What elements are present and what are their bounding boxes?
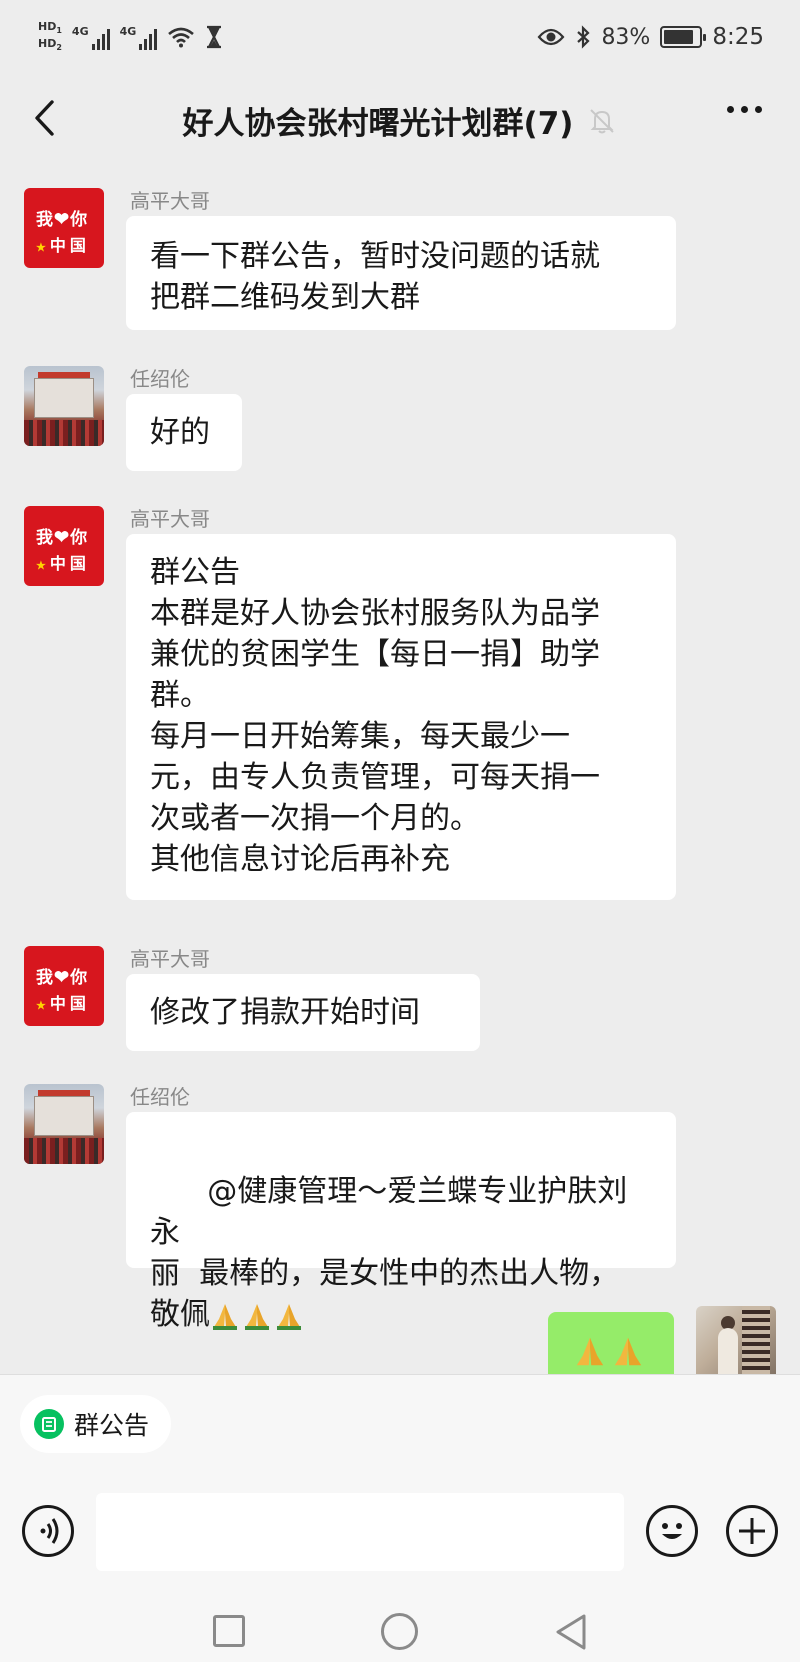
love-china-avatar[interactable]: 我❤你 ★中国	[24, 188, 104, 268]
folded-hands-emoji	[213, 1303, 237, 1330]
group-notice-label: 群公告	[74, 1411, 150, 1440]
hd2-sub: 2	[56, 43, 62, 53]
plus-icon[interactable]	[726, 1505, 778, 1557]
system-nav-bar	[0, 1599, 800, 1662]
message-input[interactable]	[96, 1493, 624, 1571]
signal-icon: 4G	[72, 25, 110, 50]
voice-icon[interactable]	[22, 1505, 74, 1557]
group-notice-button[interactable]: 群公告	[20, 1395, 172, 1453]
folded-hands-emoji	[277, 1303, 301, 1330]
hd1-sub: 1	[56, 26, 62, 35]
folded-hands-emoji	[576, 1337, 604, 1365]
notice-icon	[34, 1409, 64, 1439]
chevron-left-icon[interactable]	[24, 96, 68, 140]
emoji-group	[210, 1301, 304, 1331]
hd1-label: HD	[38, 19, 57, 33]
signal-icon: 4G	[120, 25, 158, 50]
sender-name: 高平大哥	[130, 507, 210, 531]
battery-percent: 83%	[601, 24, 651, 50]
folded-hands-emoji	[614, 1337, 642, 1365]
eye-icon	[537, 28, 565, 46]
status-bar: HD1 HD2 4G 4G 83% 8:25	[0, 0, 800, 74]
announcement-bubble[interactable]: 群公告 本群是好人协会张村服务队为品学 兼优的贫困学生【每日一捐】助学 群。 每…	[126, 534, 676, 900]
input-row	[0, 1487, 800, 1577]
composer-area: 群公告	[0, 1374, 800, 1662]
status-bar-left: HD1 HD2 4G 4G	[38, 20, 223, 54]
hd2-label: HD	[38, 37, 57, 50]
message-list[interactable]: 我❤你 ★中国 高平大哥 看一下群公告，暂时没问题的话就 把群二维码发到大群 任…	[0, 164, 800, 1374]
battery-fill	[664, 30, 693, 44]
self-message-bubble[interactable]	[548, 1312, 674, 1374]
clock-time: 8:25	[712, 24, 764, 50]
message-bubble[interactable]: 看一下群公告，暂时没问题的话就 把群二维码发到大群	[126, 216, 676, 330]
home-button[interactable]	[381, 1613, 418, 1650]
message-bubble[interactable]: 好的	[126, 394, 242, 471]
sender-name: 高平大哥	[130, 189, 210, 213]
smiley-icon[interactable]	[646, 1505, 698, 1557]
group-photo-avatar[interactable]	[24, 366, 104, 446]
emoji-group	[572, 1334, 646, 1370]
sender-name: 任绍伦	[130, 1085, 190, 1109]
hd-indicator: HD1 HD2	[38, 20, 62, 54]
wifi-icon	[168, 27, 195, 48]
recent-apps-button[interactable]	[213, 1615, 245, 1647]
network-type-1: 4G	[71, 24, 89, 38]
self-photo-avatar[interactable]	[696, 1306, 776, 1374]
sender-name: 任绍伦	[130, 367, 190, 391]
battery-icon	[660, 26, 707, 48]
back-nav-button[interactable]	[553, 1613, 589, 1651]
message-bubble[interactable]: @健康管理～爱兰蝶专业护肤刘永 丽 最棒的，是女性中的杰出人物， 敬佩	[126, 1112, 676, 1332]
bell-muted-icon	[590, 108, 615, 133]
bluetooth-icon	[577, 25, 591, 49]
sender-name: 高平大哥	[130, 947, 210, 971]
more-dots-icon[interactable]	[727, 106, 762, 113]
message-bubble[interactable]: 修改了捐款开始时间	[126, 974, 480, 1051]
status-bar-right: 83% 8:25	[537, 24, 764, 50]
network-type-2: 4G	[119, 24, 137, 38]
group-photo-avatar[interactable]	[24, 1084, 104, 1164]
love-china-avatar[interactable]: 我❤你 ★中国	[24, 506, 104, 586]
page-title: 好人协会张村曙光计划群(7)	[182, 106, 574, 142]
folded-hands-emoji	[245, 1303, 269, 1330]
title-group: 好人协会张村曙光计划群(7)	[120, 98, 680, 143]
hourglass-icon	[207, 25, 222, 49]
love-china-avatar[interactable]: 我❤你 ★中国	[24, 946, 104, 1026]
chat-header: 好人协会张村曙光计划群(7)	[0, 74, 800, 164]
